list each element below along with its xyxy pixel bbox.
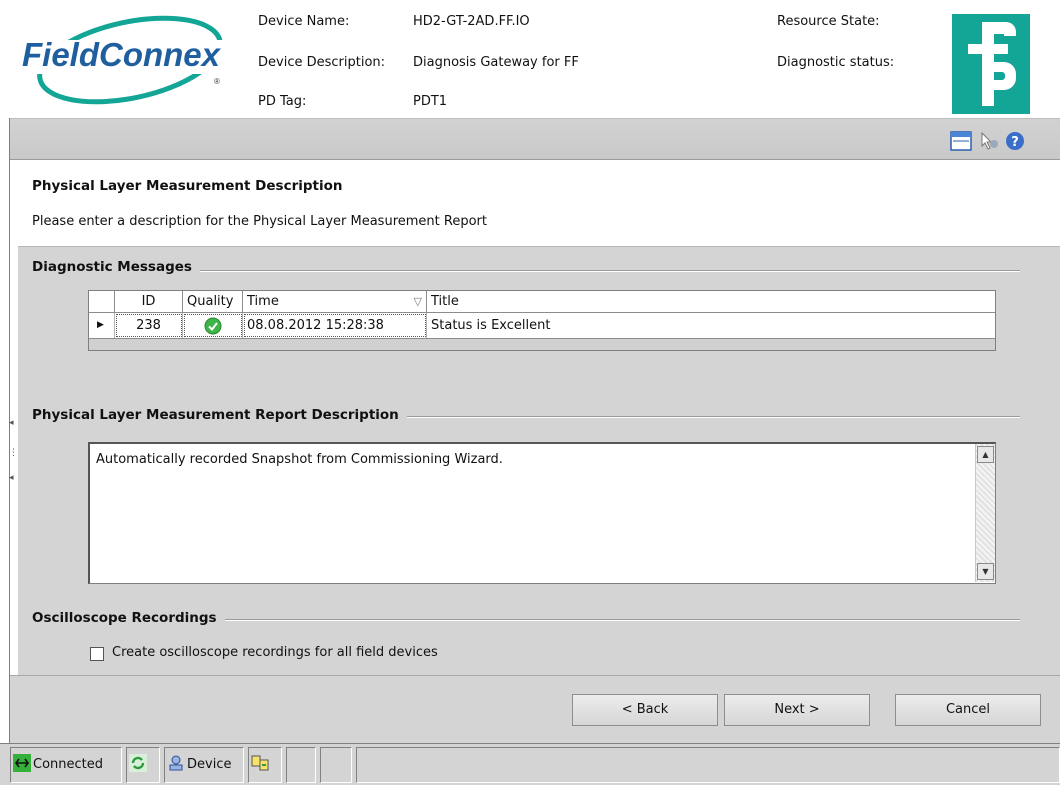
oscilloscope-recordings-checkbox[interactable]: [90, 647, 104, 661]
splitter-grip-icon[interactable]: ⋮: [9, 448, 18, 458]
main-content: Diagnostic Messages ID Quality Time ▽ Ti…: [18, 247, 1060, 675]
status-bar: Connected Device: [0, 743, 1060, 785]
help-icon[interactable]: ?: [1004, 130, 1026, 152]
section-title-oscilloscope: Oscilloscope Recordings: [32, 610, 225, 626]
resource-state-label: Resource State:: [777, 14, 880, 29]
cell-time[interactable]: 08.08.2012 15:28:38: [243, 313, 427, 338]
compare-status[interactable]: [248, 747, 282, 783]
pd-tag-value: PDT1: [413, 94, 448, 109]
status-cell-empty: [320, 747, 352, 783]
column-header-title[interactable]: Title: [427, 291, 995, 312]
row-header-cell: [89, 291, 115, 312]
sort-descending-icon: ▽: [413, 295, 422, 308]
panel-instruction: Please enter a description for the Physi…: [32, 214, 487, 229]
diagnostic-status-label: Diagnostic status:: [777, 55, 895, 70]
cell-title[interactable]: Status is Excellent: [427, 313, 995, 338]
column-header-time[interactable]: Time ▽: [243, 291, 427, 312]
status-cell-empty: [356, 747, 1060, 783]
column-header-id[interactable]: ID: [115, 291, 183, 312]
scroll-up-icon[interactable]: ▲: [977, 446, 994, 463]
diagnostic-messages-grid[interactable]: ID Quality Time ▽ Title ▶ 238 08.08.2012…: [88, 290, 996, 351]
window-icon[interactable]: [950, 130, 972, 152]
splitter-grip-icon[interactable]: ◂: [9, 418, 14, 428]
pointer-help-icon[interactable]: [978, 130, 1000, 152]
next-button[interactable]: Next >: [724, 694, 870, 726]
description-panel: Physical Layer Measurement Description P…: [18, 162, 1060, 247]
fieldconnex-logo: FieldConnex ®: [18, 15, 238, 105]
pepperl-fuchs-logo: [952, 14, 1030, 114]
scroll-down-icon[interactable]: ▼: [977, 563, 994, 580]
back-button[interactable]: < Back: [572, 694, 718, 726]
pd-tag-label: PD Tag:: [258, 94, 307, 109]
device-description-value: Diagnosis Gateway for FF: [413, 55, 579, 70]
compare-icon: [251, 755, 269, 771]
status-cell-empty: [286, 747, 316, 783]
column-header-quality[interactable]: Quality: [183, 291, 243, 312]
device-name-label: Device Name:: [258, 14, 350, 29]
column-header-time-label: Time: [247, 294, 279, 309]
connection-status: Connected: [10, 747, 122, 783]
brand-text: FieldConnex: [22, 36, 222, 73]
toolbar: ?: [10, 118, 1060, 160]
device-description-label: Device Description:: [258, 55, 386, 70]
grid-header: ID Quality Time ▽ Title: [89, 291, 995, 313]
report-description-text[interactable]: Automatically recorded Snapshot from Com…: [96, 452, 503, 467]
check-circle-icon: [204, 317, 222, 335]
cancel-button[interactable]: Cancel: [895, 694, 1041, 726]
wizard-footer: < Back Next > Cancel: [10, 675, 1060, 743]
refresh-status[interactable]: [126, 747, 160, 783]
connected-label: Connected: [33, 757, 104, 772]
svg-text:®: ®: [214, 77, 220, 86]
oscilloscope-recordings-label[interactable]: Create oscilloscope recordings for all f…: [112, 645, 438, 660]
cell-id[interactable]: 238: [115, 313, 183, 338]
splitter-grip-icon[interactable]: ◂: [9, 473, 14, 483]
panel-title: Physical Layer Measurement Description: [32, 178, 343, 194]
current-row-indicator-icon: ▶: [89, 313, 115, 338]
connected-icon: [13, 754, 31, 772]
vertical-scrollbar[interactable]: ▲ ▼: [975, 444, 995, 582]
device-header: FieldConnex ® Device Name: HD2-GT-2AD.FF…: [0, 0, 1060, 118]
svg-text:?: ?: [1011, 135, 1019, 150]
report-description-textarea[interactable]: Automatically recorded Snapshot from Com…: [88, 442, 996, 584]
device-name-value: HD2-GT-2AD.FF.IO: [413, 14, 530, 29]
cell-quality[interactable]: [183, 313, 243, 338]
table-row[interactable]: ▶ 238 08.08.2012 15:28:38 Status is Exce…: [89, 313, 995, 339]
left-frame: ◂ ⋮ ◂: [0, 118, 18, 743]
device-label: Device: [187, 757, 232, 772]
device-status: Device: [164, 747, 244, 783]
section-title-diagnostic-messages: Diagnostic Messages: [32, 259, 200, 275]
refresh-icon: [129, 754, 147, 772]
section-title-report-description: Physical Layer Measurement Report Descri…: [32, 407, 407, 423]
device-icon: [169, 755, 183, 771]
